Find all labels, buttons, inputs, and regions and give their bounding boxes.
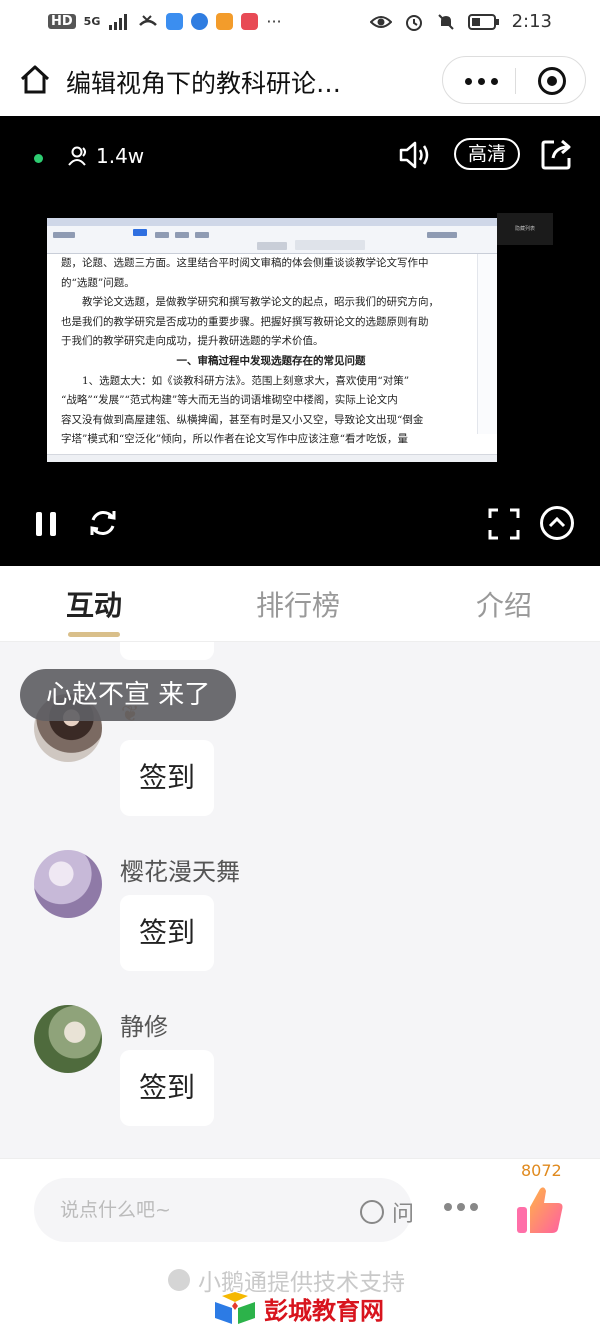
active-tab-indicator xyxy=(68,632,120,637)
quality-button[interactable]: 高清 xyxy=(454,138,520,170)
battery-icon xyxy=(467,13,499,30)
refresh-icon[interactable] xyxy=(86,506,120,540)
capsule-divider xyxy=(515,68,516,94)
missed-call-icon xyxy=(139,14,158,26)
live-video-player[interactable]: 1.4w 高清 题，论题、选题三方面。这里结合平时阅文审稿的体会侧重谈谈教学论文… xyxy=(0,116,600,566)
hd-indicator: HD xyxy=(48,14,76,29)
bottom-bar: 问 8072 小鹅通提供技术支持 彭城教育网 xyxy=(0,1158,600,1333)
chat-list[interactable]: ❦ 签到 樱花漫天舞 签到 静修 签到 心赵不宣 来了 xyxy=(0,642,600,1158)
shared-screen: 题，论题、选题三方面。这里结合平时阅文审稿的体会侧重谈谈教学论文写作中 的“选题… xyxy=(47,218,497,462)
pause-icon[interactable] xyxy=(36,512,58,536)
screen-side-button: 隐藏列表 xyxy=(497,213,553,245)
eye-icon xyxy=(369,15,392,28)
more-actions-icon[interactable] xyxy=(444,1203,478,1211)
status-bar: HD 5G ··· 2:13 xyxy=(0,0,600,44)
home-icon[interactable] xyxy=(18,62,52,96)
comment-box[interactable]: 问 xyxy=(34,1178,414,1242)
radio-icon xyxy=(360,1200,384,1224)
xiaoe-logo-icon xyxy=(168,1269,190,1291)
browser-app-icon xyxy=(191,13,209,30)
share-icon[interactable] xyxy=(540,138,574,170)
message-username: 樱花漫天舞 xyxy=(120,858,240,886)
close-mini-program-icon[interactable] xyxy=(538,67,566,95)
message-bubble: 签到 xyxy=(120,895,214,971)
books-logo-icon xyxy=(215,1291,255,1324)
previous-message-bubble xyxy=(120,642,214,660)
reader-app-icon xyxy=(241,13,259,30)
message-username: 静修 xyxy=(120,1013,168,1041)
more-notifications: ··· xyxy=(266,12,282,31)
screen-statusbar xyxy=(47,454,497,462)
comment-input[interactable] xyxy=(60,1196,300,1224)
network-indicator: 5G xyxy=(83,15,101,28)
watermark: 彭城教育网 xyxy=(212,1291,384,1326)
screen-ribbon xyxy=(47,226,497,254)
doc-line: 字塔”模式和“空泛化”倾向，所以作者在论文写作中应该注意“看才吃饭，量 xyxy=(61,433,408,446)
doc-line: “战略”“发展”“范式构建”等大而无当的词语堆砌空中楼阁，实际上论文内 xyxy=(61,394,398,407)
watermark-text: 彭城教育网 xyxy=(264,1297,384,1325)
doc-line: 也是我们的教学研究是否成功的重要步骤。把握好撰写教研论文的选题原则有助 xyxy=(61,315,429,328)
status-left: HD 5G ··· xyxy=(48,12,282,31)
tab-intro[interactable]: 介绍 xyxy=(476,584,532,624)
nav-header: 编辑视角下的教科研论… xyxy=(0,44,600,116)
viewer-count-value: 1.4w xyxy=(96,144,145,168)
avatar[interactable] xyxy=(34,1005,102,1073)
person-icon xyxy=(68,146,86,166)
viewer-count: 1.4w xyxy=(68,144,144,168)
message-bubble: 签到 xyxy=(120,1050,214,1126)
like-count: 8072 xyxy=(521,1161,562,1180)
doc-line: 的“选题”问题。 xyxy=(61,276,135,289)
screen-titlebar xyxy=(47,218,497,226)
doc-line: 题，论题、选题三方面。这里结合平时阅文审稿的体会侧重谈谈教学论文写作中 xyxy=(61,257,429,269)
thumbs-up-icon[interactable] xyxy=(514,1183,566,1237)
mini-program-capsule xyxy=(442,56,586,104)
ask-label: 问 xyxy=(392,1202,415,1227)
message-bubble: 签到 xyxy=(120,740,214,816)
alarm-icon xyxy=(405,14,422,31)
signal-icon xyxy=(109,13,128,30)
tab-interaction[interactable]: 互动 xyxy=(66,584,122,624)
app-root: HD 5G ··· 2:13 编辑视角下的教科研论… 1.4w 高清 题，论题、… xyxy=(0,0,600,1333)
chevron-up-icon xyxy=(548,516,566,528)
doc-line: 1、选题太大：如《谈教科研方法》。范围上刻意求大，喜欢使用“对策” xyxy=(61,374,410,387)
doc-line: 于我们的教学研究走向成功，提升教研选题的学术价值。 xyxy=(61,335,324,348)
page-title: 编辑视角下的教科研论… xyxy=(66,69,342,98)
doc-heading: 一、审稿过程中发现选题存在的常见问题 xyxy=(176,354,366,367)
live-status-dot xyxy=(34,154,43,163)
speaker-icon[interactable] xyxy=(398,140,432,170)
fullscreen-icon[interactable] xyxy=(488,508,520,540)
tab-ranking[interactable]: 排行榜 xyxy=(256,584,340,624)
join-notification: 心赵不宣 来了 xyxy=(20,669,237,721)
status-right: 2:13 xyxy=(369,11,552,32)
mute-bell-icon xyxy=(437,13,454,30)
tab-bar: 互动 排行榜 介绍 xyxy=(0,566,600,642)
clock: 2:13 xyxy=(511,11,552,32)
more-icon[interactable] xyxy=(461,69,501,93)
avatar[interactable] xyxy=(34,850,102,918)
ask-toggle[interactable]: 问 xyxy=(360,1196,414,1228)
video-app-icon xyxy=(216,13,234,30)
doc-line: 容又没有做到高屋建瓴、纵横捭阖，甚至有时是又小又空，导致论文出现“倒金 xyxy=(61,413,424,426)
screen-document: 题，论题、选题三方面。这里结合平时阅文审稿的体会侧重谈谈教学论文写作中 的“选题… xyxy=(61,254,481,454)
collapse-icon[interactable] xyxy=(540,506,574,540)
doc-line: 教学论文选题，是做教学研究和撰写教学论文的起点，昭示我们的研究方向， xyxy=(61,296,439,309)
cloud-app-icon xyxy=(166,13,184,30)
